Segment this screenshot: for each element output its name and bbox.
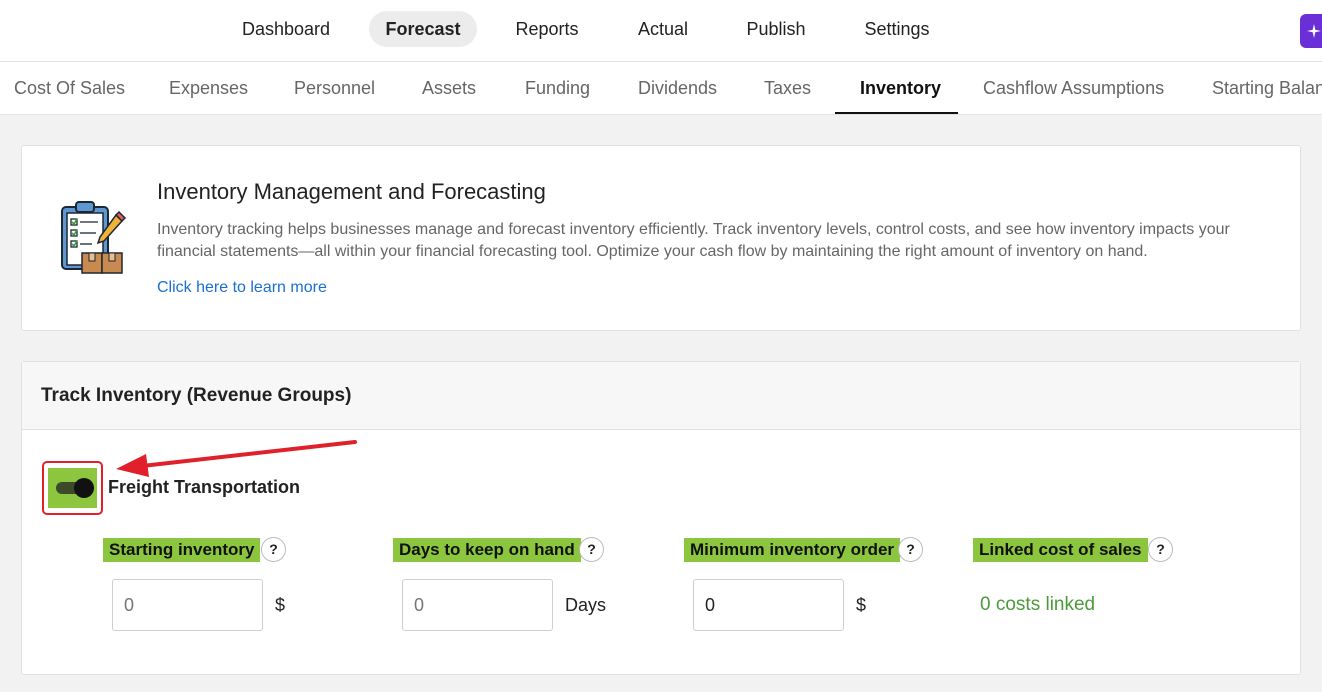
starting-inventory-input[interactable]: [112, 579, 263, 631]
freight-toggle[interactable]: [42, 461, 103, 515]
subtab-expenses[interactable]: Expenses: [169, 62, 248, 114]
info-card: Inventory Management and Forecasting Inv…: [21, 145, 1301, 331]
days-on-hand-help-icon[interactable]: ?: [579, 537, 604, 562]
info-description: Inventory tracking helps businesses mana…: [157, 221, 1230, 260]
subtab-cashflow-assumptions[interactable]: Cashflow Assumptions: [983, 62, 1164, 114]
days-on-hand-input[interactable]: [402, 579, 553, 631]
subtab-cost-of-sales[interactable]: Cost Of Sales: [14, 62, 125, 114]
subtab-starting-balances[interactable]: Starting Balan: [1212, 62, 1322, 114]
sub-nav: Cost Of Sales Expenses Personnel Assets …: [0, 62, 1322, 115]
minimum-order-input[interactable]: [693, 579, 844, 631]
subtab-personnel[interactable]: Personnel: [294, 62, 375, 114]
days-on-hand-label: Days to keep on hand: [393, 538, 581, 562]
starting-inventory-unit: $: [275, 595, 286, 615]
clipboard-boxes-icon: [58, 199, 128, 279]
active-tab-underline: [835, 112, 958, 114]
info-title: Inventory Management and Forecasting: [157, 179, 546, 204]
subtab-dividends[interactable]: Dividends: [638, 62, 717, 114]
starting-inventory-help-icon[interactable]: ?: [261, 537, 286, 562]
track-inventory-header: Track Inventory (Revenue Groups): [22, 362, 1300, 430]
linked-cost-help-icon[interactable]: ?: [1148, 537, 1173, 562]
toggle-knob: [74, 478, 94, 498]
starting-inventory-label: Starting inventory: [103, 538, 261, 562]
linked-cost-label: Linked cost of sales: [973, 538, 1148, 562]
subtab-assets[interactable]: Assets: [422, 62, 476, 114]
tab-reports[interactable]: Reports: [500, 11, 594, 47]
learn-more-link[interactable]: Click here to learn more: [157, 279, 327, 297]
days-on-hand-unit: Days: [565, 595, 607, 615]
annotation-arrow-icon: [116, 440, 357, 477]
subtab-funding[interactable]: Funding: [525, 62, 590, 114]
track-inventory-card: Track Inventory (Revenue Groups) Freight…: [21, 361, 1301, 675]
tab-actual[interactable]: Actual: [620, 11, 706, 47]
tab-settings[interactable]: Settings: [847, 11, 947, 47]
minimum-order-help-icon[interactable]: ?: [898, 537, 923, 562]
tab-dashboard[interactable]: Dashboard: [226, 11, 346, 47]
top-nav: Dashboard Forecast Reports Actual Publis…: [0, 0, 1322, 62]
subtab-inventory[interactable]: Inventory: [860, 62, 941, 114]
subtab-taxes[interactable]: Taxes: [764, 62, 811, 114]
linked-costs-link[interactable]: 0 costs linked: [980, 594, 1095, 616]
minimum-order-label: Minimum inventory order: [684, 538, 901, 562]
track-inventory-title: Track Inventory (Revenue Groups): [41, 385, 352, 406]
tab-publish[interactable]: Publish: [730, 11, 822, 47]
sparkle-icon: [1307, 24, 1321, 38]
minimum-order-unit: $: [856, 595, 867, 615]
ai-assist-button[interactable]: [1300, 14, 1322, 48]
tab-forecast[interactable]: Forecast: [369, 11, 477, 47]
